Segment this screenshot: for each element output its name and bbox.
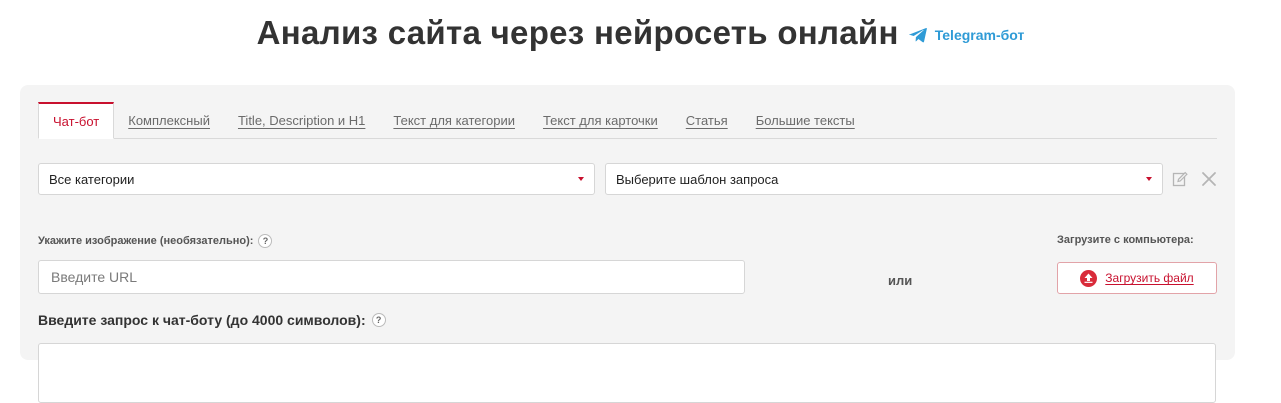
upload-file-button[interactable]: Загрузить файл bbox=[1057, 262, 1217, 294]
telegram-bot-label: Telegram-бот bbox=[934, 27, 1025, 43]
category-select[interactable]: Все категории bbox=[38, 163, 595, 195]
telegram-plane-icon bbox=[908, 28, 927, 43]
query-label-text: Введите запрос к чат-боту (до 4000 симво… bbox=[38, 312, 366, 328]
image-url-input[interactable] bbox=[38, 260, 745, 294]
query-textarea[interactable] bbox=[38, 343, 1216, 403]
chevron-down-icon bbox=[578, 177, 584, 181]
template-select[interactable]: Выберите шаблон запроса bbox=[605, 163, 1163, 195]
help-icon[interactable]: ? bbox=[258, 234, 273, 248]
tab-category-text[interactable]: Текст для категории bbox=[379, 102, 529, 138]
tab-complex[interactable]: Комплексный bbox=[114, 102, 224, 138]
query-label: Введите запрос к чат-боту (до 4000 симво… bbox=[38, 312, 386, 328]
mode-tabs: Чат-бот Комплексный Title, Description и… bbox=[38, 102, 1217, 139]
tab-article[interactable]: Статья bbox=[672, 102, 742, 138]
image-label-text: Укажите изображение (необязательно): bbox=[38, 235, 254, 247]
upload-file-label: Загрузить файл bbox=[1105, 271, 1194, 285]
category-select-value: Все категории bbox=[49, 171, 135, 187]
page-header: Анализ сайта через нейросеть онлайн Tele… bbox=[0, 10, 1281, 56]
upload-label: Загрузите с компьютера: bbox=[1057, 234, 1194, 246]
close-icon[interactable] bbox=[1200, 170, 1218, 188]
page-title: Анализ сайта через нейросеть онлайн bbox=[256, 14, 899, 51]
template-select-value: Выберите шаблон запроса bbox=[616, 171, 779, 187]
tab-chat-bot[interactable]: Чат-бот bbox=[38, 102, 115, 139]
telegram-bot-link[interactable]: Telegram-бот bbox=[908, 27, 1025, 43]
tool-panel: Чат-бот Комплексный Title, Description и… bbox=[20, 85, 1235, 403]
upload-icon bbox=[1080, 269, 1098, 287]
or-separator: или bbox=[888, 273, 913, 288]
tab-large-texts[interactable]: Большие тексты bbox=[742, 102, 869, 138]
image-label: Укажите изображение (необязательно): ? bbox=[38, 234, 273, 248]
tab-title-description-h1[interactable]: Title, Description и H1 bbox=[224, 102, 379, 138]
help-icon[interactable]: ? bbox=[371, 313, 386, 327]
chevron-down-icon bbox=[1146, 177, 1152, 181]
edit-icon[interactable] bbox=[1172, 171, 1188, 187]
tab-card-text[interactable]: Текст для карточки bbox=[529, 102, 672, 138]
